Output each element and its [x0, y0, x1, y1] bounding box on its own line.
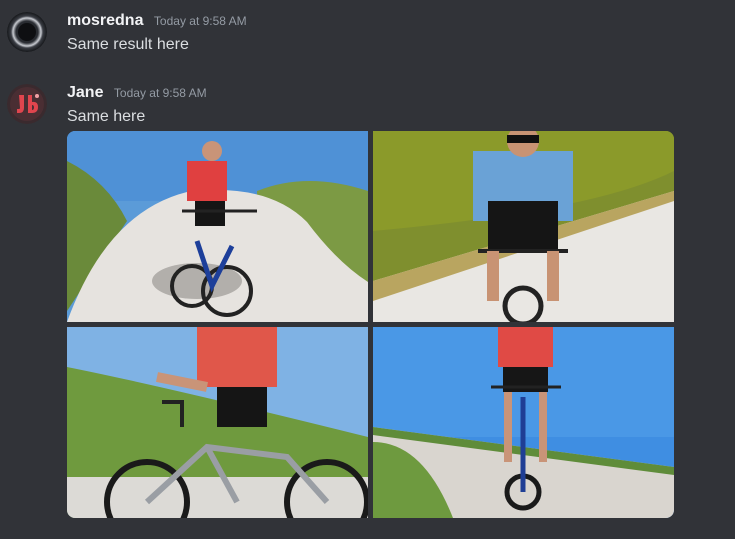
cyclist-photo-image [373, 327, 674, 518]
image-attachment[interactable] [67, 327, 368, 518]
image-attachment[interactable] [373, 131, 674, 322]
message-header: Jane Today at 9:58 AM [67, 84, 207, 102]
red-figure-avatar-icon [7, 84, 47, 124]
timestamp: Today at 9:58 AM [153, 14, 247, 28]
image-attachment[interactable] [373, 327, 674, 518]
image-attachment-grid [67, 131, 674, 518]
cyclist-photo-image [373, 131, 674, 322]
timestamp: Today at 9:58 AM [113, 86, 207, 100]
username[interactable]: mosredna [67, 12, 143, 29]
avatar[interactable] [7, 84, 47, 124]
cyclist-photo-image [67, 131, 368, 322]
image-attachment[interactable] [67, 131, 368, 322]
message-text: Same result here [67, 36, 189, 53]
message-text: Same here [67, 108, 146, 125]
username[interactable]: Jane [67, 84, 103, 101]
dark-orb-avatar-icon [7, 12, 47, 52]
avatar[interactable] [7, 12, 47, 52]
message-header: mosredna Today at 9:58 AM [67, 12, 247, 30]
message-mosredna: mosredna Today at 9:58 AM Same result he… [0, 0, 735, 70]
cyclist-photo-image [67, 327, 368, 518]
